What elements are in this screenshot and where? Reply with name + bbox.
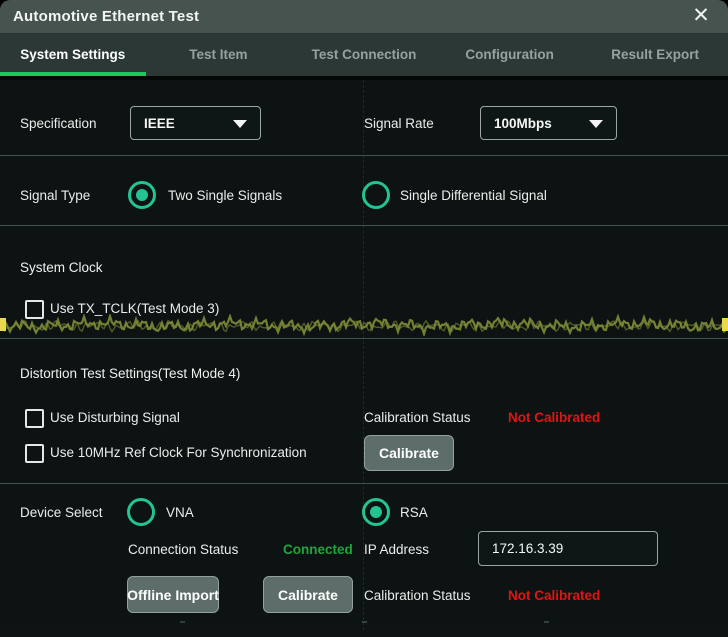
radio-two-single-signals-label: Two Single Signals bbox=[168, 188, 282, 203]
use-10mhz-refclock-label: Use 10MHz Ref Clock For Synchronization bbox=[50, 445, 307, 460]
tab-result-export[interactable]: Result Export bbox=[582, 33, 728, 76]
use-disturbing-signal-label: Use Disturbing Signal bbox=[50, 410, 180, 425]
radio-vna[interactable] bbox=[127, 498, 155, 526]
calibration-status-label: Calibration Status bbox=[364, 410, 471, 425]
signal-type-label: Signal Type bbox=[20, 188, 90, 203]
tab-label: Test Connection bbox=[312, 47, 417, 62]
tab-system-settings[interactable]: System Settings bbox=[0, 33, 146, 76]
automotive-ethernet-test-dialog: Automotive Ethernet Test ✕ System Settin… bbox=[0, 0, 728, 637]
specification-dropdown[interactable]: IEEE bbox=[130, 106, 261, 140]
specification-value: IEEE bbox=[144, 116, 175, 131]
distortion-calibrate-button[interactable]: Calibrate bbox=[364, 435, 454, 471]
section-divider bbox=[0, 155, 728, 156]
tab-configuration[interactable]: Configuration bbox=[437, 33, 583, 76]
graticule-dot bbox=[544, 621, 549, 623]
graticule-dot bbox=[362, 621, 367, 623]
ip-address-label: IP Address bbox=[364, 542, 429, 557]
chevron-down-icon bbox=[589, 120, 603, 128]
trigger-marker-left bbox=[0, 318, 6, 331]
connection-status-label: Connection Status bbox=[128, 542, 238, 557]
section-divider bbox=[0, 225, 728, 226]
title-bar: Automotive Ethernet Test ✕ bbox=[0, 0, 728, 33]
device-calibration-status-label: Calibration Status bbox=[364, 588, 471, 603]
graticule-dot bbox=[180, 621, 185, 623]
device-select-label: Device Select bbox=[20, 505, 103, 520]
tab-bar: System Settings Test Item Test Connectio… bbox=[0, 33, 728, 76]
device-calibration-status-value: Not Calibrated bbox=[508, 588, 600, 603]
calibration-status-value: Not Calibrated bbox=[508, 410, 600, 425]
radio-vna-label: VNA bbox=[166, 505, 194, 520]
tab-test-item[interactable]: Test Item bbox=[146, 33, 292, 76]
tab-label: Test Item bbox=[189, 47, 247, 62]
device-calibrate-button[interactable]: Calibrate bbox=[263, 576, 353, 613]
use-disturbing-signal-checkbox[interactable] bbox=[25, 409, 44, 428]
tab-label: Result Export bbox=[611, 47, 699, 62]
signal-rate-value: 100Mbps bbox=[494, 116, 552, 131]
signal-rate-label: Signal Rate bbox=[364, 116, 434, 131]
chevron-down-icon bbox=[233, 120, 247, 128]
radio-rsa[interactable] bbox=[362, 498, 390, 526]
ip-address-input[interactable] bbox=[478, 531, 658, 566]
signal-rate-dropdown[interactable]: 100Mbps bbox=[480, 106, 617, 140]
section-divider bbox=[0, 338, 728, 339]
tab-label: Configuration bbox=[465, 47, 553, 62]
use-10mhz-refclock-checkbox[interactable] bbox=[25, 444, 44, 463]
close-icon[interactable]: ✕ bbox=[684, 0, 718, 33]
system-clock-heading: System Clock bbox=[20, 260, 103, 275]
distortion-settings-heading: Distortion Test Settings(Test Mode 4) bbox=[20, 366, 240, 381]
connection-status-value: Connected bbox=[283, 542, 353, 557]
specification-label: Specification bbox=[20, 116, 97, 131]
tab-test-connection[interactable]: Test Connection bbox=[291, 33, 437, 76]
trigger-marker-right bbox=[722, 318, 728, 331]
section-divider bbox=[0, 483, 728, 484]
window-title: Automotive Ethernet Test bbox=[13, 0, 199, 33]
system-settings-panel: Specification IEEE Signal Rate 100Mbps S… bbox=[0, 80, 728, 630]
radio-two-single-signals[interactable] bbox=[128, 181, 156, 209]
tab-label: System Settings bbox=[20, 47, 125, 62]
background-scope-waveform bbox=[0, 314, 728, 336]
offline-import-button[interactable]: Offline Import bbox=[127, 576, 219, 613]
radio-rsa-label: RSA bbox=[400, 505, 428, 520]
radio-single-differential-signal[interactable] bbox=[362, 181, 390, 209]
radio-single-differential-signal-label: Single Differential Signal bbox=[400, 188, 547, 203]
